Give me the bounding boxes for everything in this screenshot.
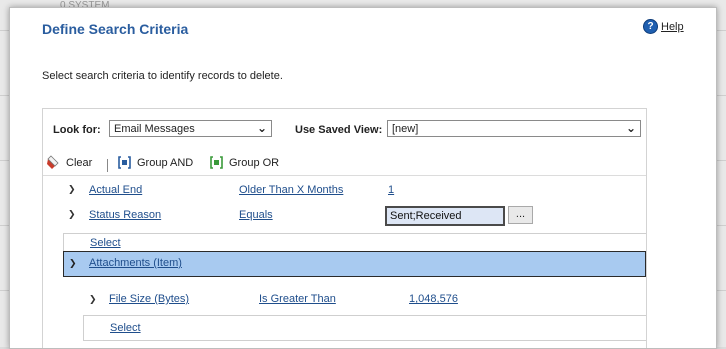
- chevron-down-icon[interactable]: ❯: [69, 258, 77, 269]
- dialog-title: Define Search Criteria: [42, 21, 189, 37]
- field-link[interactable]: Status Reason: [89, 209, 161, 221]
- related-entity-row[interactable]: ❯ Attachments (Item): [63, 251, 646, 277]
- criteria-row: ❯ Actual End Older Than X Months 1: [43, 179, 646, 203]
- chevron-down-icon[interactable]: ❯: [68, 184, 76, 195]
- clear-button[interactable]: Clear: [46, 155, 92, 170]
- field-link[interactable]: File Size (Bytes): [109, 293, 189, 305]
- value-link[interactable]: 1: [388, 184, 394, 196]
- value-input[interactable]: Sent;Received: [385, 206, 505, 226]
- group-or-icon: [210, 156, 223, 169]
- help-link[interactable]: ? Help: [643, 19, 684, 34]
- group-and-icon: [118, 156, 131, 169]
- nested-select-row: Select: [83, 315, 646, 341]
- operator-link[interactable]: Equals: [239, 209, 273, 221]
- look-for-label: Look for:: [53, 124, 101, 136]
- criteria-panel: Look for: Email Messages ⌄ Use Saved Vie…: [42, 108, 647, 348]
- chevron-down-icon[interactable]: ❯: [68, 209, 76, 220]
- value-link[interactable]: 1,048,576: [409, 293, 458, 305]
- criteria-toolbar: Clear Group AND Group OR: [43, 152, 646, 174]
- saved-view-select[interactable]: [new] ⌄: [387, 120, 641, 137]
- clear-icon: [47, 155, 59, 169]
- group-or-button[interactable]: Group OR: [209, 155, 279, 170]
- select-link[interactable]: Select: [90, 237, 121, 249]
- criteria-row: ❯ Status Reason Equals Sent;Received ...: [43, 204, 646, 228]
- select-row: Select: [63, 233, 646, 253]
- group-and-label: Group AND: [137, 156, 194, 169]
- toolbar-divider: [43, 175, 646, 176]
- lookup-button[interactable]: ...: [508, 206, 533, 224]
- chevron-down-icon: ⌄: [625, 121, 636, 135]
- operator-link[interactable]: Older Than X Months: [239, 184, 343, 196]
- related-entity-link[interactable]: Attachments (Item): [89, 257, 182, 269]
- dialog-subtitle: Select search criteria to identify recor…: [42, 70, 283, 82]
- saved-view-label: Use Saved View:: [295, 124, 383, 136]
- chevron-down-icon: ⌄: [256, 121, 267, 135]
- define-search-criteria-dialog: Define Search Criteria ? Help Select sea…: [9, 7, 717, 349]
- look-for-value: Email Messages: [114, 123, 195, 135]
- select-link[interactable]: Select: [110, 322, 141, 334]
- group-and-button[interactable]: Group AND: [117, 155, 193, 170]
- group-or-label: Group OR: [229, 156, 280, 169]
- look-for-select[interactable]: Email Messages ⌄: [109, 120, 272, 137]
- saved-view-value: [new]: [392, 123, 419, 135]
- toolbar-separator: [107, 159, 108, 172]
- field-link[interactable]: Actual End: [89, 184, 142, 196]
- operator-link[interactable]: Is Greater Than: [259, 293, 336, 305]
- nested-criteria-row: ❯ File Size (Bytes) Is Greater Than 1,04…: [43, 289, 646, 313]
- help-icon: ?: [643, 19, 658, 34]
- chevron-down-icon[interactable]: ❯: [89, 294, 97, 305]
- clear-label: Clear: [66, 156, 93, 169]
- help-label: Help: [661, 20, 684, 33]
